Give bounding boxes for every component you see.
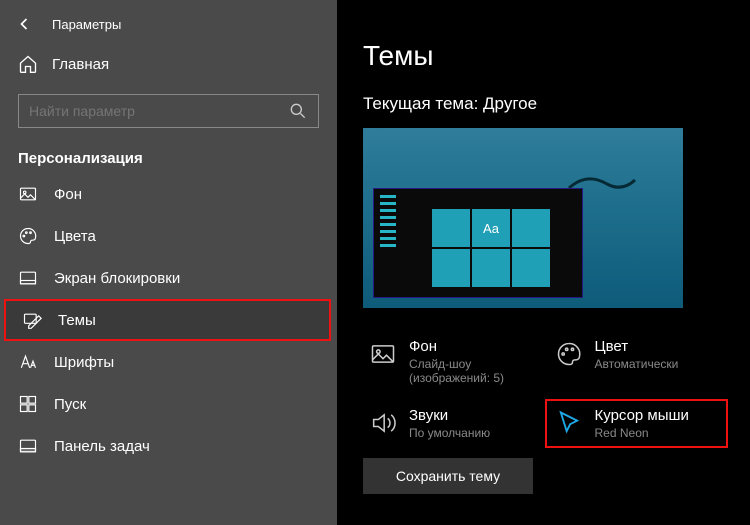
- highlight-themes: Темы: [4, 299, 331, 341]
- main-panel: Темы Текущая тема: Другое Aa Фон Слай: [337, 0, 750, 525]
- current-theme-value: Другое: [483, 94, 537, 113]
- search-icon: [288, 101, 308, 121]
- search-input[interactable]: [29, 103, 288, 119]
- search-box[interactable]: [18, 94, 319, 128]
- page-title: Темы: [363, 40, 724, 72]
- palette-icon: [18, 226, 38, 246]
- sidebar-item-label: Шрифты: [54, 354, 114, 371]
- theme-preview[interactable]: Aa: [363, 128, 683, 308]
- save-theme-button[interactable]: Сохранить тему: [363, 458, 533, 494]
- sidebar-home-label: Главная: [52, 56, 109, 73]
- setting-background[interactable]: Фон Слайд-шоу (изображений: 5): [363, 334, 539, 389]
- setting-sub: Автоматически: [595, 357, 679, 371]
- sidebar: Параметры Главная Персонализация Фон Цве…: [0, 0, 337, 525]
- setting-title: Цвет: [595, 338, 679, 355]
- setting-sub: Слайд-шоу (изображений: 5): [409, 357, 533, 385]
- sidebar-header: Параметры: [0, 4, 337, 44]
- sidebar-item-label: Экран блокировки: [54, 270, 180, 287]
- sidebar-nav: Фон Цвета Экран блокировки Темы: [0, 173, 337, 467]
- cursor-icon: [555, 409, 583, 437]
- sidebar-item-themes[interactable]: Темы: [4, 299, 331, 341]
- sidebar-item-label: Фон: [54, 186, 82, 203]
- sidebar-item-colors[interactable]: Цвета: [0, 215, 337, 257]
- picture-icon: [18, 184, 38, 204]
- mini-desktop: Aa: [373, 188, 583, 298]
- arrow-left-icon: [14, 14, 34, 34]
- setting-sub: Red Neon: [595, 426, 689, 440]
- sidebar-item-start[interactable]: Пуск: [0, 383, 337, 425]
- sidebar-home[interactable]: Главная: [0, 44, 337, 84]
- setting-sounds[interactable]: Звуки По умолчанию: [363, 403, 539, 444]
- theme-settings-grid: Фон Слайд-шоу (изображений: 5) Цвет Авто…: [363, 334, 724, 444]
- sidebar-item-label: Цвета: [54, 228, 96, 245]
- sidebar-item-label: Темы: [58, 312, 96, 329]
- taskbar-icon: [18, 436, 38, 456]
- sidebar-item-fonts[interactable]: Шрифты: [0, 341, 337, 383]
- start-icon: [18, 394, 38, 414]
- setting-sub: По умолчанию: [409, 426, 490, 440]
- sidebar-section-title: Персонализация: [0, 132, 337, 173]
- sidebar-item-background[interactable]: Фон: [0, 173, 337, 215]
- fonts-icon: [18, 352, 38, 372]
- speaker-icon: [369, 409, 397, 437]
- setting-title: Курсор мыши: [595, 407, 689, 424]
- mini-sidebar: [380, 195, 402, 291]
- themes-icon: [22, 310, 42, 330]
- current-theme-row: Текущая тема: Другое: [363, 94, 724, 114]
- lockscreen-icon: [18, 268, 38, 288]
- sidebar-item-lockscreen[interactable]: Экран блокировки: [0, 257, 337, 299]
- setting-title: Звуки: [409, 407, 490, 424]
- setting-cursor[interactable]: Курсор мыши Red Neon: [549, 403, 725, 444]
- mini-tiles: Aa: [432, 209, 550, 287]
- sample-text: Aa: [472, 209, 510, 247]
- picture-icon: [369, 340, 397, 368]
- sidebar-item-label: Панель задач: [54, 438, 150, 455]
- palette-icon: [555, 340, 583, 368]
- back-button[interactable]: [12, 12, 36, 36]
- home-icon: [18, 54, 38, 74]
- current-theme-label: Текущая тема:: [363, 94, 478, 113]
- setting-title: Фон: [409, 338, 533, 355]
- sidebar-item-taskbar[interactable]: Панель задач: [0, 425, 337, 467]
- sidebar-item-label: Пуск: [54, 396, 86, 413]
- app-title: Параметры: [52, 17, 121, 32]
- setting-color[interactable]: Цвет Автоматически: [549, 334, 725, 389]
